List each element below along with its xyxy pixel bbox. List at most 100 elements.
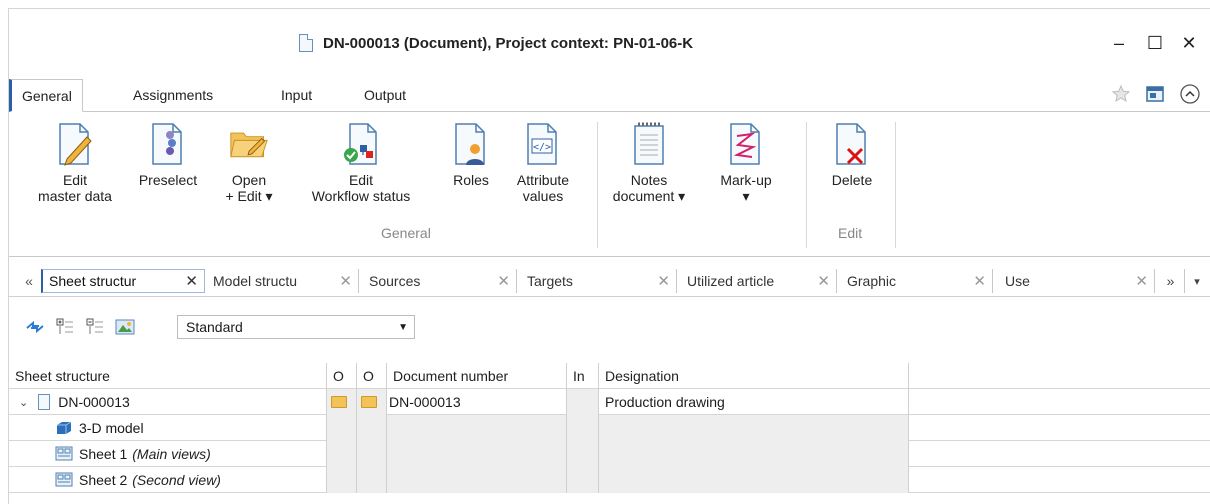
- close-button[interactable]: ✕: [1174, 31, 1204, 55]
- status-cell: [357, 389, 387, 415]
- ribbon-separator: [806, 122, 807, 248]
- svg-text:</>: </>: [533, 142, 551, 153]
- ribbon-panel: Edit master data Preselect Open + Edit ▾…: [9, 111, 1210, 257]
- status-cell: [357, 467, 387, 493]
- designation-cell: [599, 441, 909, 467]
- window-title: DN-000013 (Document), Project context: P…: [299, 32, 693, 54]
- column-header-document-number[interactable]: Document number: [387, 363, 567, 389]
- designation-cell: Production drawing: [599, 389, 909, 415]
- tab-use[interactable]: Use ✕: [993, 269, 1155, 293]
- picture-view-icon[interactable]: [115, 317, 135, 337]
- preselect-icon: [148, 120, 188, 168]
- sheet-icon: [55, 446, 73, 461]
- attribute-values-icon: </>: [523, 120, 563, 168]
- tab-model-structure[interactable]: Model structu ✕: [205, 269, 359, 293]
- document-number-cell: [387, 467, 567, 493]
- tabs-scroll-left-button[interactable]: «: [17, 269, 41, 293]
- close-tab-icon[interactable]: ✕: [817, 272, 830, 290]
- tab-input[interactable]: Input: [281, 79, 312, 111]
- status-cell: [327, 467, 357, 493]
- tab-assignments[interactable]: Assignments: [133, 79, 213, 111]
- in-cell: [567, 467, 599, 493]
- view-toolbar: Standard ▼: [9, 309, 1210, 347]
- delete-button[interactable]: Delete: [823, 120, 881, 188]
- close-tab-icon[interactable]: ✕: [185, 272, 198, 290]
- collapse-ribbon-icon[interactable]: [1179, 83, 1201, 105]
- close-tab-icon[interactable]: ✕: [339, 272, 352, 290]
- tree-item-label: Sheet 2: [79, 472, 128, 488]
- in-cell: [567, 415, 599, 441]
- title-bar: DN-000013 (Document), Project context: P…: [9, 9, 1210, 73]
- table-row[interactable]: Sheet 2 (Second view): [9, 467, 1210, 493]
- tab-sheet-structure-label: Sheet structur: [49, 273, 137, 289]
- mark-up-label-1: Mark-up: [720, 172, 772, 188]
- open-edit-button[interactable]: Open + Edit ▾: [211, 120, 287, 204]
- preselect-button[interactable]: Preselect: [133, 120, 203, 188]
- delete-icon: [832, 120, 872, 168]
- table-row[interactable]: ⌄ DN-000013 DN-000013 Production drawing: [9, 389, 1210, 415]
- tab-general[interactable]: General: [9, 79, 83, 112]
- document-number-cell: [387, 415, 567, 441]
- maximize-button[interactable]: ☐: [1140, 31, 1170, 55]
- collapse-all-icon[interactable]: [85, 317, 105, 337]
- favorite-star-icon[interactable]: [1111, 84, 1131, 104]
- window-layout-icon[interactable]: [1145, 84, 1165, 104]
- preselect-label: Preselect: [138, 172, 198, 188]
- roles-button[interactable]: Roles: [445, 120, 497, 188]
- tab-output[interactable]: Output: [364, 79, 406, 111]
- notes-document-icon: [629, 120, 669, 168]
- column-header-o2[interactable]: O: [357, 363, 387, 389]
- tab-utilized-article[interactable]: Utilized article ✕: [677, 269, 837, 293]
- tab-sheet-structure[interactable]: Sheet structur ✕: [41, 269, 205, 293]
- notes-document-button[interactable]: Notes document ▾: [605, 120, 693, 204]
- refresh-icon[interactable]: [25, 317, 45, 337]
- edit-master-data-label-1: Edit: [62, 172, 88, 188]
- roles-label: Roles: [453, 172, 489, 188]
- document-window: DN-000013 (Document), Project context: P…: [8, 8, 1210, 504]
- close-tab-icon[interactable]: ✕: [1135, 272, 1148, 290]
- view-select-value: Standard: [186, 319, 243, 335]
- tab-sources-label: Sources: [369, 273, 421, 289]
- tree-cell: Sheet 1 (Main views): [9, 441, 327, 467]
- tab-graphic-label: Graphic: [847, 273, 897, 289]
- column-header-sheet-structure[interactable]: Sheet structure: [9, 363, 327, 389]
- open-edit-label-1: Open: [231, 172, 267, 188]
- edit-master-data-button[interactable]: Edit master data: [27, 120, 123, 204]
- edit-workflow-status-button[interactable]: Edit Workflow status: [295, 120, 427, 204]
- close-tab-icon[interactable]: ✕: [973, 272, 986, 290]
- in-cell: [567, 441, 599, 467]
- tab-targets[interactable]: Targets ✕: [517, 269, 677, 293]
- locked-folder-icon: [331, 396, 347, 408]
- ribbon-separator: [597, 122, 598, 248]
- close-tab-icon[interactable]: ✕: [497, 272, 510, 290]
- tree-cell: Sheet 2 (Second view): [9, 467, 327, 493]
- notes-document-label-2: document ▾: [612, 188, 686, 204]
- minimize-button[interactable]: –: [1104, 31, 1134, 55]
- sheet-icon: [55, 472, 73, 487]
- document-number-cell: [387, 441, 567, 467]
- status-cell: [327, 389, 357, 415]
- column-header-designation[interactable]: Designation: [599, 363, 909, 389]
- grid-header-row: Sheet structure O O Document number In D…: [9, 363, 1210, 389]
- edit-document-icon: [55, 120, 95, 168]
- open-folder-icon: [361, 396, 377, 408]
- document-icon: [38, 394, 51, 410]
- expand-all-icon[interactable]: [55, 317, 75, 337]
- tab-graphic[interactable]: Graphic ✕: [837, 269, 993, 293]
- attribute-values-label-1: Attribute: [516, 172, 570, 188]
- table-row[interactable]: 3-D model: [9, 415, 1210, 441]
- delete-label: Delete: [831, 172, 873, 188]
- attribute-values-button[interactable]: </> Attribute values: [503, 120, 583, 204]
- chevron-down-icon[interactable]: ⌄: [19, 396, 28, 409]
- tabs-menu-button[interactable]: ▾: [1187, 269, 1207, 293]
- tabs-scroll-right-button[interactable]: »: [1157, 269, 1185, 293]
- close-tab-icon[interactable]: ✕: [657, 272, 670, 290]
- column-header-o1[interactable]: O: [327, 363, 357, 389]
- tree-cell: 3-D model: [9, 415, 327, 441]
- notes-document-label-1: Notes: [630, 172, 668, 188]
- tab-sources[interactable]: Sources ✕: [359, 269, 517, 293]
- mark-up-button[interactable]: Mark-up ▾: [709, 120, 783, 204]
- view-select[interactable]: Standard ▼: [177, 315, 415, 339]
- table-row[interactable]: Sheet 1 (Main views): [9, 441, 1210, 467]
- column-header-in[interactable]: In: [567, 363, 599, 389]
